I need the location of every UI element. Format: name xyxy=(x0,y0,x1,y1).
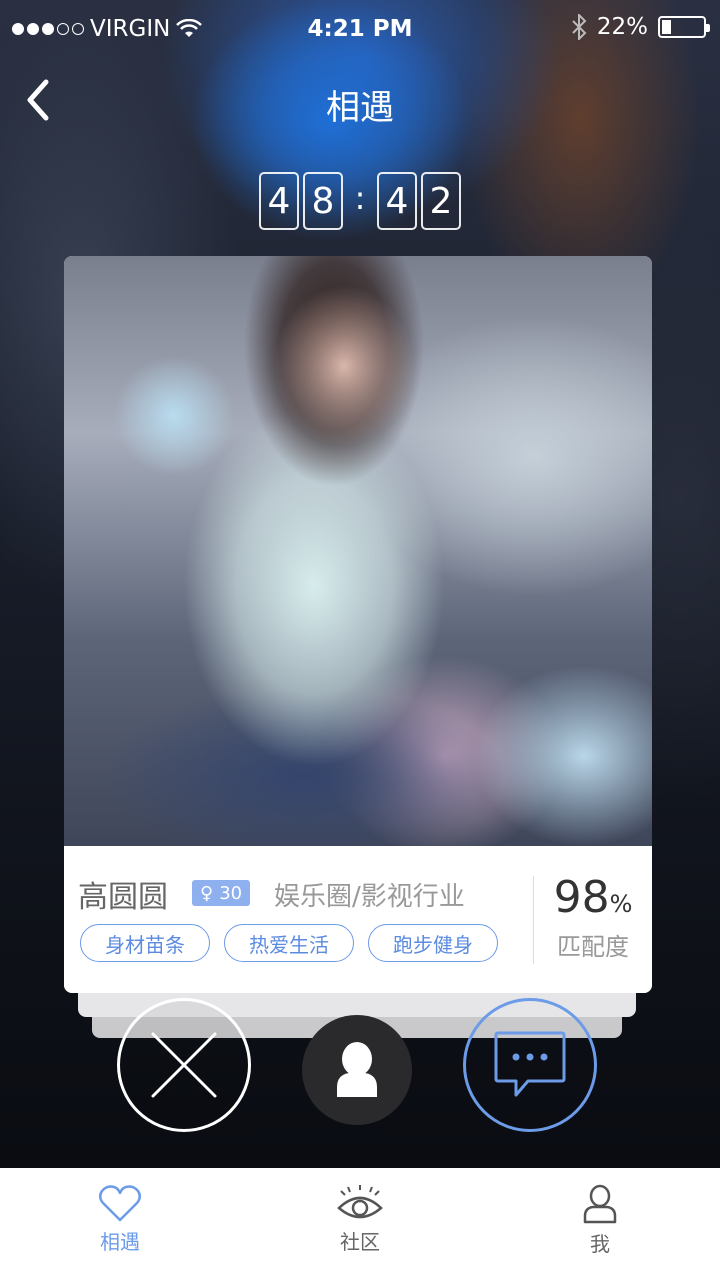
profile-name: 高圆圆 xyxy=(78,880,168,915)
tab-label: 社区 xyxy=(340,1230,380,1254)
match-unit: % xyxy=(609,890,633,918)
countdown-digit: 4 xyxy=(259,172,299,230)
countdown-digit: 2 xyxy=(421,172,461,230)
tab-community[interactable]: 社区 xyxy=(240,1168,480,1280)
tab-label: 相遇 xyxy=(100,1230,140,1254)
match-label: 匹配度 xyxy=(557,933,629,961)
interest-tags: 身材苗条 热爱生活 跑步健身 xyxy=(80,924,498,962)
match-score: 98% 匹配度 xyxy=(534,872,652,962)
battery-percent: 22% xyxy=(596,14,648,40)
nav-bar: 相遇 xyxy=(0,70,720,130)
tab-bar: 相遇 社区 我 xyxy=(0,1168,720,1280)
status-bar: VIRGIN 4:21 PM 22% xyxy=(0,0,720,56)
countdown-separator: : xyxy=(354,179,366,217)
eye-icon xyxy=(337,1185,383,1219)
profile-info: 高圆圆 ♀ 30 娱乐圈/影视行业 身材苗条 热爱生活 跑步健身 98% 匹配度 xyxy=(64,846,652,993)
interest-tag: 跑步健身 xyxy=(368,924,498,962)
status-right: 22% xyxy=(571,14,710,40)
view-profile-button[interactable] xyxy=(302,1015,412,1125)
interest-tag: 身材苗条 xyxy=(80,924,210,962)
tab-encounter[interactable]: 相遇 xyxy=(0,1168,240,1280)
match-value: 98 xyxy=(553,872,610,923)
countdown-digit: 4 xyxy=(377,172,417,230)
chat-bubble-icon xyxy=(494,1031,566,1097)
tab-label: 我 xyxy=(590,1232,610,1256)
bluetooth-icon xyxy=(572,14,587,40)
battery-icon xyxy=(658,16,710,38)
countdown-timer: 4 8 : 4 2 xyxy=(0,172,720,230)
user-icon xyxy=(337,1042,377,1097)
reject-button[interactable] xyxy=(117,998,251,1132)
interest-tag: 热爱生活 xyxy=(224,924,354,962)
countdown-digit: 8 xyxy=(303,172,343,230)
profile-card[interactable]: 高圆圆 ♀ 30 娱乐圈/影视行业 身材苗条 热爱生活 跑步健身 98% 匹配度 xyxy=(64,256,652,993)
female-icon: ♀ xyxy=(200,882,214,904)
chat-button[interactable] xyxy=(463,998,597,1132)
profile-age: 30 xyxy=(219,882,243,904)
close-icon xyxy=(151,1032,217,1098)
page-title: 相遇 xyxy=(326,88,394,128)
user-icon xyxy=(583,1184,617,1224)
profile-photo[interactable] xyxy=(64,256,652,846)
tab-me[interactable]: 我 xyxy=(480,1168,720,1280)
heart-icon xyxy=(99,1185,141,1222)
gender-age-badge: ♀ 30 xyxy=(192,880,251,906)
profile-industry: 娱乐圈/影视行业 xyxy=(274,882,465,912)
